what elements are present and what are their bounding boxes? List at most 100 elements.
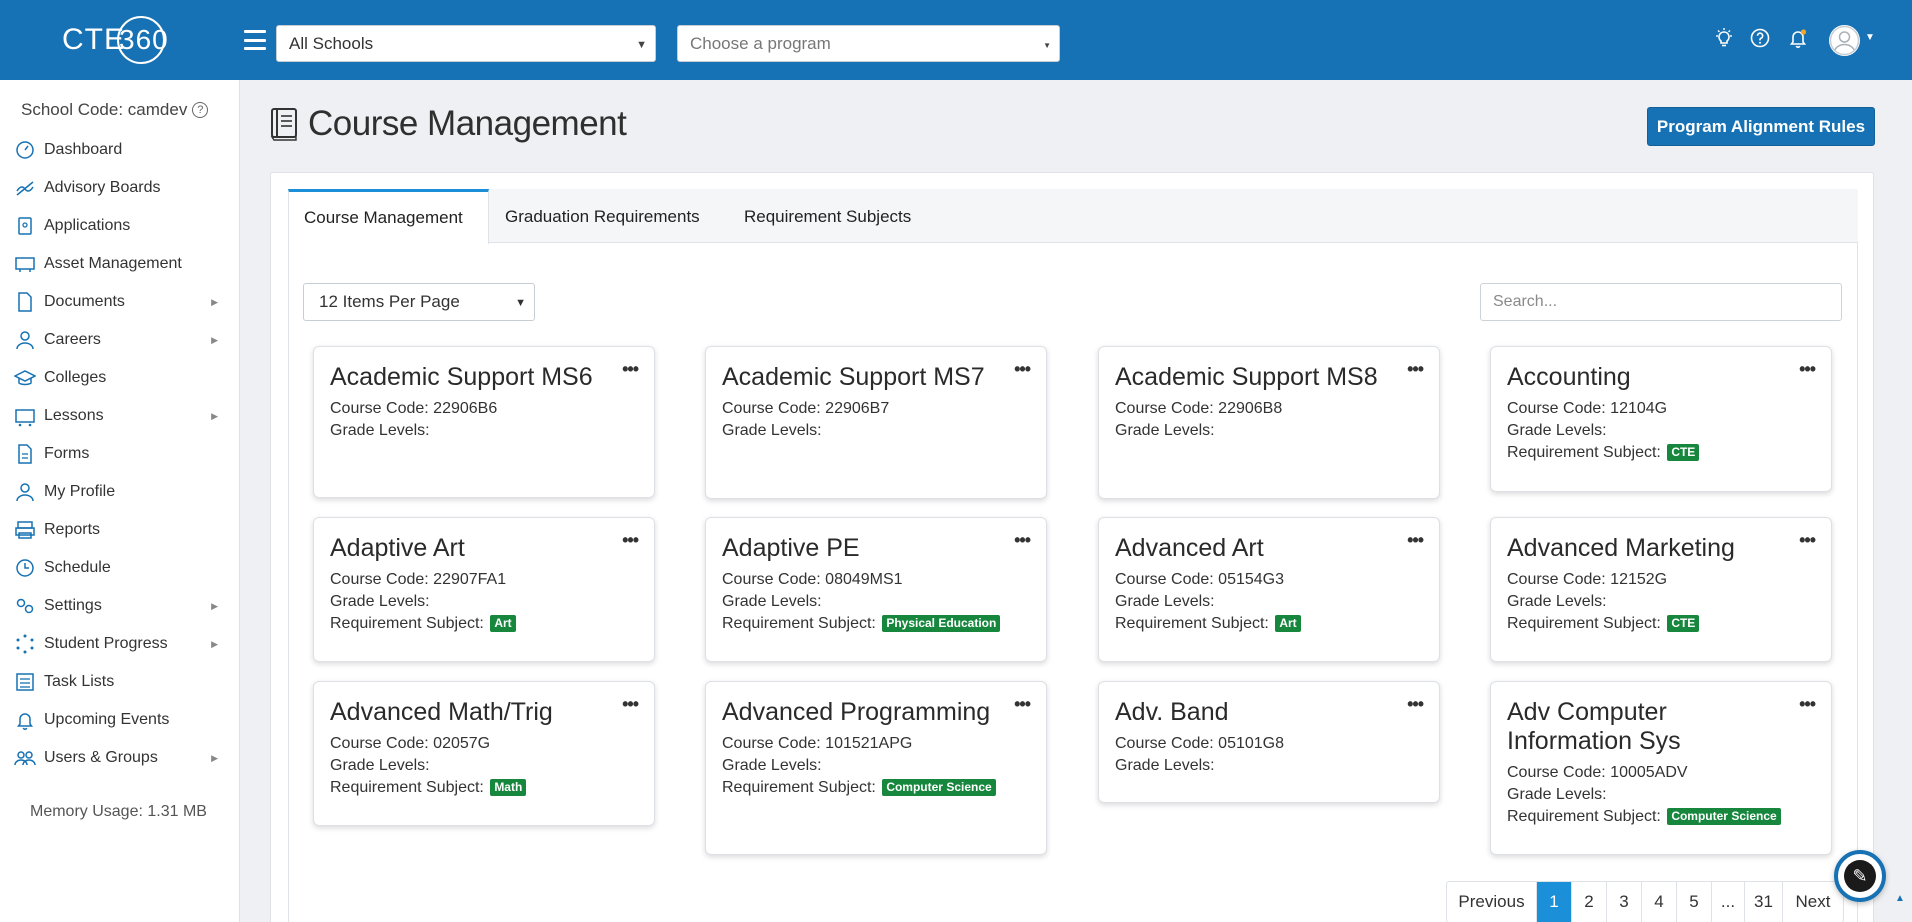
pagination-page[interactable]: 5 (1677, 882, 1712, 922)
grade-levels: Grade Levels: (1507, 422, 1607, 439)
course-title[interactable]: Adaptive Art (330, 534, 600, 563)
sidebar-item-users-groups[interactable]: Users & Groups ▶ (0, 739, 240, 777)
cte360-logo[interactable]: CTE 360 (62, 16, 182, 64)
course-card[interactable]: ••• Adaptive Art Course Code: 22907FA1 Grad… (313, 517, 655, 662)
tab-requirement-subjects[interactable]: Requirement Subjects (729, 189, 926, 244)
requirement-subject-label: Requirement Subject: (722, 779, 876, 796)
sidebar-item-label: Student Progress (44, 635, 168, 652)
lightbulb-icon[interactable] (1713, 27, 1735, 49)
course-title[interactable]: Academic Support MS8 (1115, 363, 1385, 392)
pagination-page[interactable]: 4 (1642, 882, 1677, 922)
bell-icon[interactable] (1787, 27, 1809, 49)
more-options-icon[interactable]: ••• (1799, 694, 1816, 715)
sidebar-item-forms[interactable]: Forms (0, 435, 240, 473)
grade-levels: Grade Levels: (722, 422, 822, 439)
course-title[interactable]: Advanced Art (1115, 534, 1385, 563)
sidebar-item-documents[interactable]: Documents ▶ (0, 283, 240, 321)
subject-badge: Art (1275, 615, 1301, 632)
memory-usage: Memory Usage: 1.31 MB (30, 803, 207, 820)
more-options-icon[interactable]: ••• (1014, 694, 1031, 715)
course-title[interactable]: Adaptive PE (722, 534, 992, 563)
course-title[interactable]: Adv. Band (1115, 698, 1385, 727)
tab-graduation-requirements[interactable]: Graduation Requirements (490, 189, 715, 244)
chevron-down-icon: ▼ (636, 39, 647, 51)
program-alignment-rules-button[interactable]: Program Alignment Rules (1647, 107, 1875, 146)
course-card[interactable]: ••• Adaptive PE Course Code: 08049MS1 Grade… (705, 517, 1047, 662)
more-options-icon[interactable]: ••• (622, 530, 639, 551)
question-icon[interactable]: ? (192, 102, 209, 118)
user-avatar[interactable] (1829, 25, 1860, 56)
sidebar-item-settings[interactable]: Settings ▶ (0, 587, 240, 625)
pagination-page[interactable]: 2 (1572, 882, 1607, 922)
sidebar-item-colleges[interactable]: Colleges (0, 359, 240, 397)
more-options-icon[interactable]: ••• (1407, 530, 1424, 551)
scroll-up-icon[interactable]: ▲ (1895, 893, 1905, 904)
more-options-icon[interactable]: ••• (1407, 359, 1424, 380)
program-select-placeholder: Choose a program (690, 33, 831, 53)
course-card[interactable]: ••• Advanced Marketing Course Code: 12152G… (1490, 517, 1832, 662)
more-options-icon[interactable]: ••• (1014, 530, 1031, 551)
grade-levels: Grade Levels: (330, 422, 430, 439)
sidebar-item-my-profile[interactable]: My Profile (0, 473, 240, 511)
course-title[interactable]: Adv Computer Information Sys (1507, 698, 1777, 756)
school-code: School Code: camdev ? (21, 100, 209, 120)
sidebar-item-careers[interactable]: Careers ▶ (0, 321, 240, 359)
pagination-next[interactable]: Next (1783, 882, 1843, 922)
asset-icon (14, 253, 36, 275)
more-options-icon[interactable]: ••• (622, 694, 639, 715)
help-icon[interactable] (1749, 27, 1771, 49)
course-title[interactable]: Advanced Math/Trig (330, 698, 600, 727)
course-title[interactable]: Advanced Programming (722, 698, 992, 727)
sidebar-item-task-lists[interactable]: Task Lists (0, 663, 240, 701)
chevron-down-icon[interactable]: ▼ (1865, 32, 1875, 43)
subject-badge: Math (490, 779, 527, 796)
pagination-page[interactable]: 31 (1745, 882, 1783, 922)
more-options-icon[interactable]: ••• (1799, 530, 1816, 551)
chevron-down-icon: ▼ (1043, 41, 1051, 50)
tab-course-management[interactable]: Course Management (288, 189, 489, 244)
course-title[interactable]: Academic Support MS6 (330, 363, 600, 392)
pagination-page[interactable]: 1 (1537, 882, 1572, 922)
items-per-page-select[interactable]: 12 Items Per Page ▼ (303, 283, 535, 321)
course-card[interactable]: ••• Advanced Art Course Code: 05154G3 Grade… (1098, 517, 1440, 662)
more-options-icon[interactable]: ••• (1407, 694, 1424, 715)
book-icon (270, 108, 297, 141)
course-card[interactable]: ••• Advanced Math/Trig Course Code: 02057G… (313, 681, 655, 826)
course-title[interactable]: Advanced Marketing (1507, 534, 1777, 563)
school-select[interactable]: All Schools ▼ (276, 25, 656, 62)
school-select-value: All Schools (289, 33, 374, 53)
sidebar-item-applications[interactable]: Applications (0, 207, 240, 245)
sidebar-item-student-progress[interactable]: Student Progress ▶ (0, 625, 240, 663)
sidebar-item-advisory-boards[interactable]: Advisory Boards (0, 169, 240, 207)
lessons-icon (14, 405, 36, 427)
course-card[interactable]: ••• Academic Support MS8 Course Code: 2290… (1098, 346, 1440, 499)
course-card[interactable]: ••• Advanced Programming Course Code: 1015… (705, 681, 1047, 855)
sidebar-item-reports[interactable]: Reports (0, 511, 240, 549)
sidebar-item-upcoming-events[interactable]: Upcoming Events (0, 701, 240, 739)
reports-icon (14, 519, 36, 541)
sidebar-item-schedule[interactable]: Schedule (0, 549, 240, 587)
help-chat-button[interactable]: ✎ (1834, 850, 1886, 902)
course-card[interactable]: ••• Academic Support MS6 Course Code: 2290… (313, 346, 655, 498)
course-card[interactable]: ••• Adv. Band Course Code: 05101G8 Grade Le… (1098, 681, 1440, 803)
course-title[interactable]: Accounting (1507, 363, 1777, 392)
sidebar-item-label: Colleges (44, 369, 107, 386)
pagination-page[interactable]: 3 (1607, 882, 1642, 922)
course-title[interactable]: Academic Support MS7 (722, 363, 992, 392)
pencil-icon: ✎ (1844, 860, 1876, 892)
more-options-icon[interactable]: ••• (1799, 359, 1816, 380)
program-select[interactable]: Choose a program ▼ (677, 25, 1060, 62)
sidebar-item-asset-management[interactable]: Asset Management (0, 245, 240, 283)
pagination-page[interactable]: ... (1712, 882, 1745, 922)
sidebar-item-dashboard[interactable]: Dashboard (0, 131, 240, 169)
pagination-previous[interactable]: Previous (1447, 882, 1537, 922)
requirement-subject: Requirement Subject: Math (330, 777, 638, 799)
course-card[interactable]: ••• Accounting Course Code: 12104G Grade Le… (1490, 346, 1832, 492)
sidebar-item-lessons[interactable]: Lessons ▶ (0, 397, 240, 435)
more-options-icon[interactable]: ••• (1014, 359, 1031, 380)
search-input[interactable] (1480, 283, 1842, 321)
more-options-icon[interactable]: ••• (622, 359, 639, 380)
course-card[interactable]: ••• Adv Computer Information Sys Course Co… (1490, 681, 1832, 855)
course-card[interactable]: ••• Academic Support MS7 Course Code: 2290… (705, 346, 1047, 499)
menu-toggle-icon[interactable] (244, 30, 266, 50)
